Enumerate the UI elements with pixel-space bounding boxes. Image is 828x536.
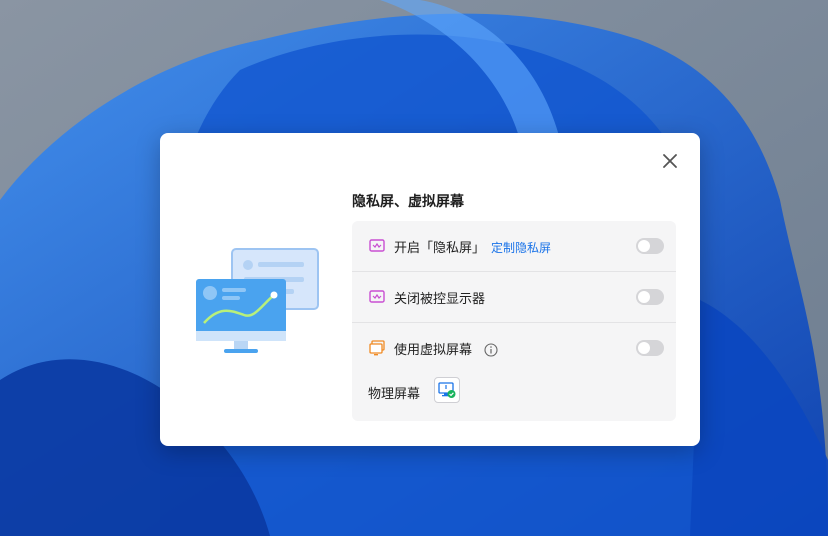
privacy-screen-row: 开启「隐私屏」 定制隐私屏 — [352, 221, 676, 271]
close-button[interactable] — [658, 149, 682, 173]
monitor-off-label: 关闭被控显示器 — [394, 291, 486, 307]
monitor-check-icon — [438, 382, 456, 398]
physical-screen-button[interactable] — [434, 377, 460, 403]
info-icon[interactable] — [484, 343, 498, 357]
physical-screen-label: 物理屏幕 — [368, 387, 421, 402]
monitor-off-toggle[interactable] — [636, 289, 664, 305]
customize-privacy-screen-link[interactable]: 定制隐私屏 — [491, 241, 551, 255]
virtual-screen-icon — [369, 340, 385, 356]
privacy-screen-label: 开启「隐私屏」 — [394, 240, 486, 256]
dialog-title: 隐私屏、虚拟屏幕 — [352, 194, 464, 210]
monitor-illustration — [196, 248, 319, 353]
privacy-screen-dialog: 隐私屏、虚拟屏幕 开启「隐私屏」 定制隐私屏 关闭被控显示器 使用虚拟屏幕 物理… — [160, 133, 700, 446]
toggle-knob — [638, 342, 650, 354]
privacy-screen-label-wrap: 开启「隐私屏」 定制隐私屏 — [394, 237, 551, 256]
monitor-off-icon — [369, 290, 385, 303]
virtual-screen-label: 使用虚拟屏幕 — [394, 342, 473, 358]
virtual-screen-label-wrap: 使用虚拟屏幕 — [394, 339, 498, 358]
settings-panel: 开启「隐私屏」 定制隐私屏 关闭被控显示器 使用虚拟屏幕 物理屏幕 — [352, 221, 676, 421]
toggle-knob — [638, 240, 650, 252]
toggle-knob — [638, 291, 650, 303]
privacy-screen-icon — [369, 239, 385, 252]
close-icon — [663, 154, 677, 168]
monitor-off-row: 关闭被控显示器 — [352, 272, 676, 322]
virtual-screen-toggle[interactable] — [636, 340, 664, 356]
virtual-screen-row: 使用虚拟屏幕 — [352, 323, 676, 373]
privacy-screen-toggle[interactable] — [636, 238, 664, 254]
